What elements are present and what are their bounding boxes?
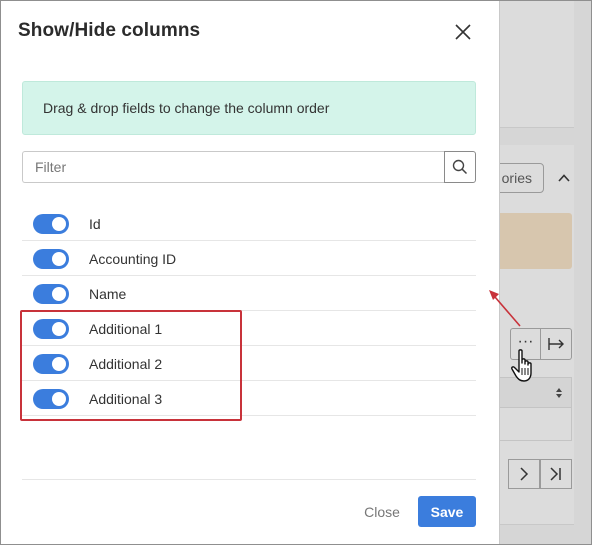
toggle-knob (52, 217, 66, 231)
categories-button-label: ories (501, 170, 532, 186)
column-toggle[interactable] (33, 389, 69, 409)
column-label: Name (89, 286, 127, 302)
next-page-button[interactable] (508, 459, 540, 489)
column-toggle[interactable] (33, 354, 69, 374)
toggle-knob (52, 252, 66, 266)
column-label: Additional 3 (89, 391, 163, 407)
toggle-knob (52, 357, 66, 371)
column-toggle[interactable] (33, 284, 69, 304)
search-icon (452, 159, 468, 175)
background-panel-top (498, 0, 574, 128)
info-message-text: Drag & drop fields to change the column … (43, 100, 330, 116)
column-label: Id (89, 216, 101, 232)
filter-input[interactable] (22, 151, 445, 183)
column-label: Additional 2 (89, 356, 163, 372)
background-table-header (491, 378, 571, 408)
modal-title: Show/Hide columns (18, 20, 201, 41)
last-page-button[interactable] (540, 459, 572, 489)
show-hide-columns-modal: Show/Hide columns Drag & drop fields to … (0, 0, 500, 545)
column-toggle[interactable] (33, 249, 69, 269)
toggle-knob (52, 322, 66, 336)
background-table (490, 377, 572, 441)
column-label: Additional 1 (89, 321, 163, 337)
close-button[interactable]: Close (355, 497, 409, 527)
column-row[interactable]: Additional 3 (22, 381, 476, 416)
footer-divider (22, 479, 476, 480)
info-message: Drag & drop fields to change the column … (22, 81, 476, 135)
sort-icon[interactable] (555, 387, 563, 399)
column-list: Id Accounting ID Name Additional 1 Addit… (22, 206, 476, 416)
chevron-up-icon[interactable] (556, 170, 572, 186)
column-row[interactable]: Additional 2 (22, 346, 476, 381)
column-row[interactable]: Name (22, 276, 476, 311)
save-button[interactable]: Save (418, 496, 476, 527)
column-toggle[interactable] (33, 319, 69, 339)
toggle-knob (52, 287, 66, 301)
background-pagination (508, 459, 572, 489)
chevron-right-icon (520, 467, 529, 481)
filter-bar (22, 151, 476, 183)
expand-right-icon (548, 338, 564, 350)
more-options-label: ··· (517, 333, 534, 350)
column-row[interactable]: Accounting ID (22, 241, 476, 276)
close-icon[interactable] (451, 20, 475, 44)
last-page-icon (550, 467, 561, 481)
more-options-button[interactable]: ··· (510, 328, 541, 360)
background-toolbar: ··· (490, 328, 572, 360)
column-row[interactable]: Additional 1 (22, 311, 476, 346)
search-button[interactable] (444, 151, 476, 183)
column-row[interactable]: Id (22, 206, 476, 241)
expand-button[interactable] (541, 328, 572, 360)
toggle-knob (52, 392, 66, 406)
column-toggle[interactable] (33, 214, 69, 234)
column-label: Accounting ID (89, 251, 177, 267)
background-warning-box (490, 213, 572, 269)
